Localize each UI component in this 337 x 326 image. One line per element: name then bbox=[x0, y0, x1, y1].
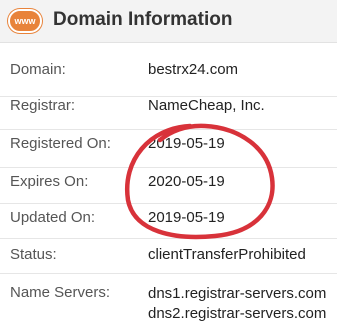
row-domain: Domain: bestrx24.com bbox=[0, 43, 337, 97]
page-title: Domain Information bbox=[53, 9, 233, 30]
row-updated-on: Updated On: 2019-05-19 bbox=[0, 204, 337, 239]
status-label: Status: bbox=[10, 246, 57, 263]
domain-label: Domain: bbox=[10, 61, 66, 78]
row-name-servers: Name Servers: dns1.registrar-servers.com… bbox=[0, 274, 337, 326]
updated-on-value: 2019-05-19 bbox=[148, 209, 225, 226]
updated-on-label: Updated On: bbox=[10, 209, 96, 226]
row-expires-on: Expires On: 2020-05-19 bbox=[0, 168, 337, 204]
domain-value: bestrx24.com bbox=[148, 61, 239, 78]
row-status: Status: clientTransferProhibited bbox=[0, 239, 337, 274]
status-value: clientTransferProhibited bbox=[148, 246, 306, 263]
name-servers-values: dns1.registrar-servers.com dns2.registra… bbox=[148, 284, 326, 324]
header-bar: www Domain Information bbox=[0, 0, 337, 43]
registered-on-value: 2019-05-19 bbox=[148, 135, 225, 152]
registrar-label: Registrar: bbox=[10, 97, 76, 114]
www-globe-icon: www bbox=[8, 9, 42, 33]
name-server-2: dns2.registrar-servers.com bbox=[148, 305, 327, 322]
expires-on-value: 2020-05-19 bbox=[148, 173, 225, 190]
name-servers-label: Name Servers: bbox=[10, 284, 111, 301]
registrar-value: NameCheap, Inc. bbox=[148, 97, 265, 114]
registered-on-label: Registered On: bbox=[10, 135, 111, 152]
row-registrar: Registrar: NameCheap, Inc. bbox=[0, 97, 337, 130]
row-registered-on: Registered On: 2019-05-19 bbox=[0, 130, 337, 168]
name-server-1: dns1.registrar-servers.com bbox=[148, 285, 327, 302]
expires-on-label: Expires On: bbox=[10, 173, 89, 190]
